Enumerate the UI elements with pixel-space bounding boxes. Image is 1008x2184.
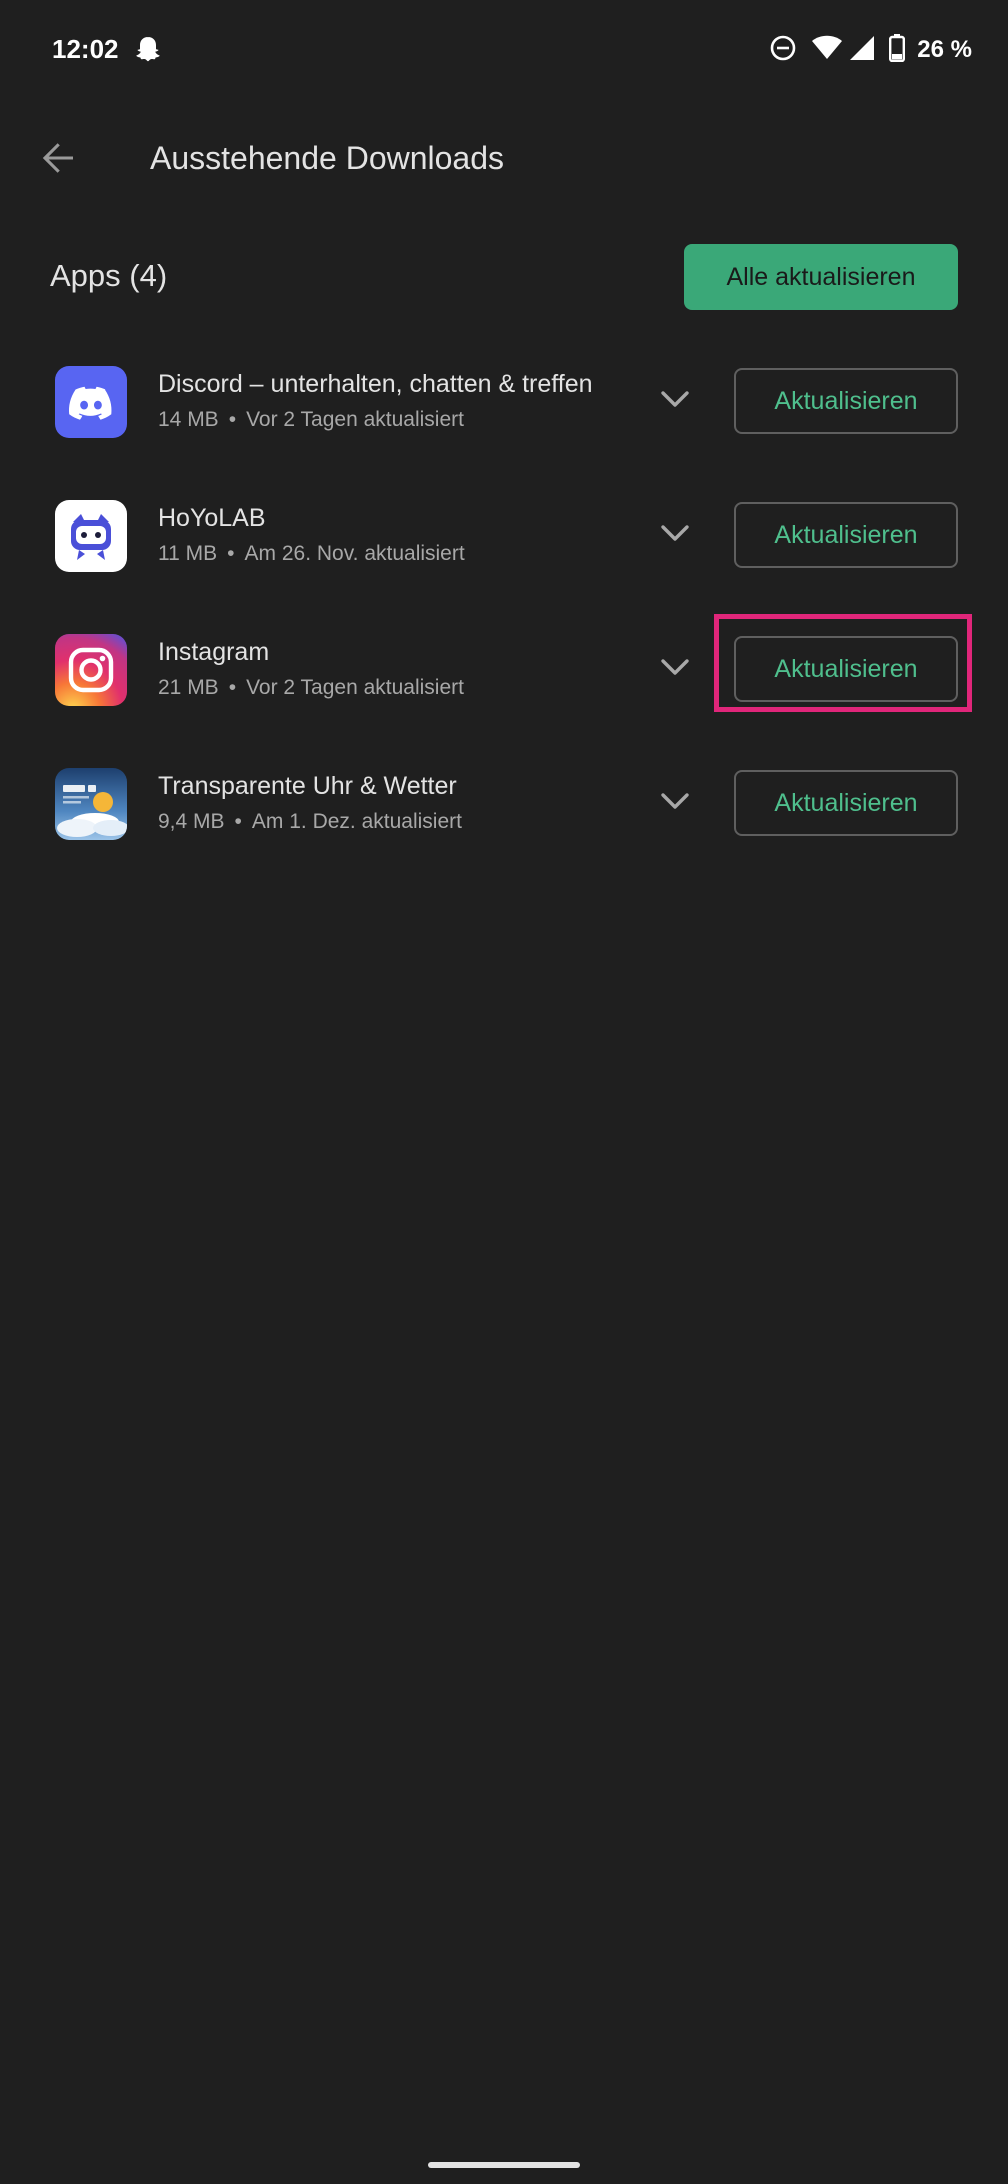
expand-button[interactable]: [650, 778, 700, 828]
meta-separator: •: [228, 676, 237, 699]
update-button-instagram[interactable]: Aktualisieren: [734, 636, 958, 702]
weather-clock-icon: [55, 768, 127, 840]
app-updated: Am 1. Dez. aktualisiert: [251, 810, 462, 833]
app-size: 11 MB: [158, 542, 218, 565]
back-button[interactable]: [28, 130, 88, 190]
apps-section-header: Apps (4) Alle aktualisieren: [0, 240, 1008, 320]
chevron-down-icon: [660, 657, 690, 682]
expand-button[interactable]: [650, 510, 700, 560]
section-title: Apps (4): [50, 258, 168, 293]
page-title: Ausstehende Downloads: [150, 140, 505, 176]
app-meta: 21 MB • Vor 2 Tagen aktualisiert: [158, 676, 464, 700]
meta-separator: •: [228, 408, 237, 431]
hoyolab-icon: [55, 500, 127, 572]
app-name: Discord – unterhalten, chatten & treffen: [158, 370, 593, 398]
play-store-pending-downloads-screen: 12:02 26 % Ausstehende Downloads Apps (4…: [0, 0, 1008, 2184]
update-all-button[interactable]: Alle aktualisieren: [684, 244, 958, 310]
snapchat-ghost-icon: [132, 34, 164, 66]
chevron-down-icon: [660, 523, 690, 548]
app-name: Instagram: [158, 638, 270, 666]
list-item[interactable]: Instagram 21 MB • Vor 2 Tagen aktualisiert…: [0, 614, 1008, 748]
app-name: HoYoLAB: [158, 504, 266, 532]
app-size: 21 MB: [158, 676, 219, 699]
list-item[interactable]: HoYoLAB 11 MB • Am 26. Nov. aktualisiert A…: [0, 480, 1008, 614]
app-size: 14 MB: [158, 408, 219, 431]
status-time: 12:02: [52, 34, 119, 64]
home-indicator[interactable]: [428, 2162, 580, 2168]
chevron-down-icon: [660, 791, 690, 816]
wifi-icon: [811, 35, 843, 66]
battery-icon: [889, 33, 906, 67]
app-updated: Vor 2 Tagen aktualisiert: [246, 408, 464, 431]
meta-separator: •: [227, 542, 235, 565]
app-meta: 9,4 MB • Am 1. Dez. aktualisiert: [158, 810, 462, 834]
meta-separator: •: [234, 810, 242, 833]
app-name: Transparente Uhr & Wetter: [158, 772, 457, 800]
list-item[interactable]: Transparente Uhr & Wetter 9,4 MB • Am 1. D…: [0, 748, 1008, 882]
app-meta: 14 MB • Vor 2 Tagen aktualisiert: [158, 408, 464, 432]
signal-icon: [849, 35, 875, 66]
app-meta: 11 MB • Am 26. Nov. aktualisiert: [158, 542, 465, 566]
status-bar: 12:02 26 %: [0, 0, 1008, 104]
expand-button[interactable]: [650, 644, 700, 694]
expand-button[interactable]: [650, 376, 700, 426]
top-app-bar: Ausstehende Downloads: [0, 110, 1008, 210]
chevron-down-icon: [660, 389, 690, 414]
app-size: 9,4 MB: [158, 810, 225, 833]
list-item[interactable]: Discord – unterhalten, chatten & treffen…: [0, 346, 1008, 480]
update-button-weather[interactable]: Aktualisieren: [734, 770, 958, 836]
do-not-disturb-icon: [769, 34, 797, 67]
app-updated: Vor 2 Tagen aktualisiert: [246, 676, 464, 699]
app-updated: Am 26. Nov. aktualisiert: [244, 542, 465, 565]
update-button-discord[interactable]: Aktualisieren: [734, 368, 958, 434]
arrow-back-icon: [40, 140, 76, 181]
discord-icon: [55, 366, 127, 438]
battery-percentage: 26 %: [917, 36, 972, 63]
update-button-hoyolab[interactable]: Aktualisieren: [734, 502, 958, 568]
instagram-icon: [55, 634, 127, 706]
app-list: Discord – unterhalten, chatten & treffen…: [0, 346, 1008, 882]
status-icons: 26 %: [755, 32, 972, 68]
